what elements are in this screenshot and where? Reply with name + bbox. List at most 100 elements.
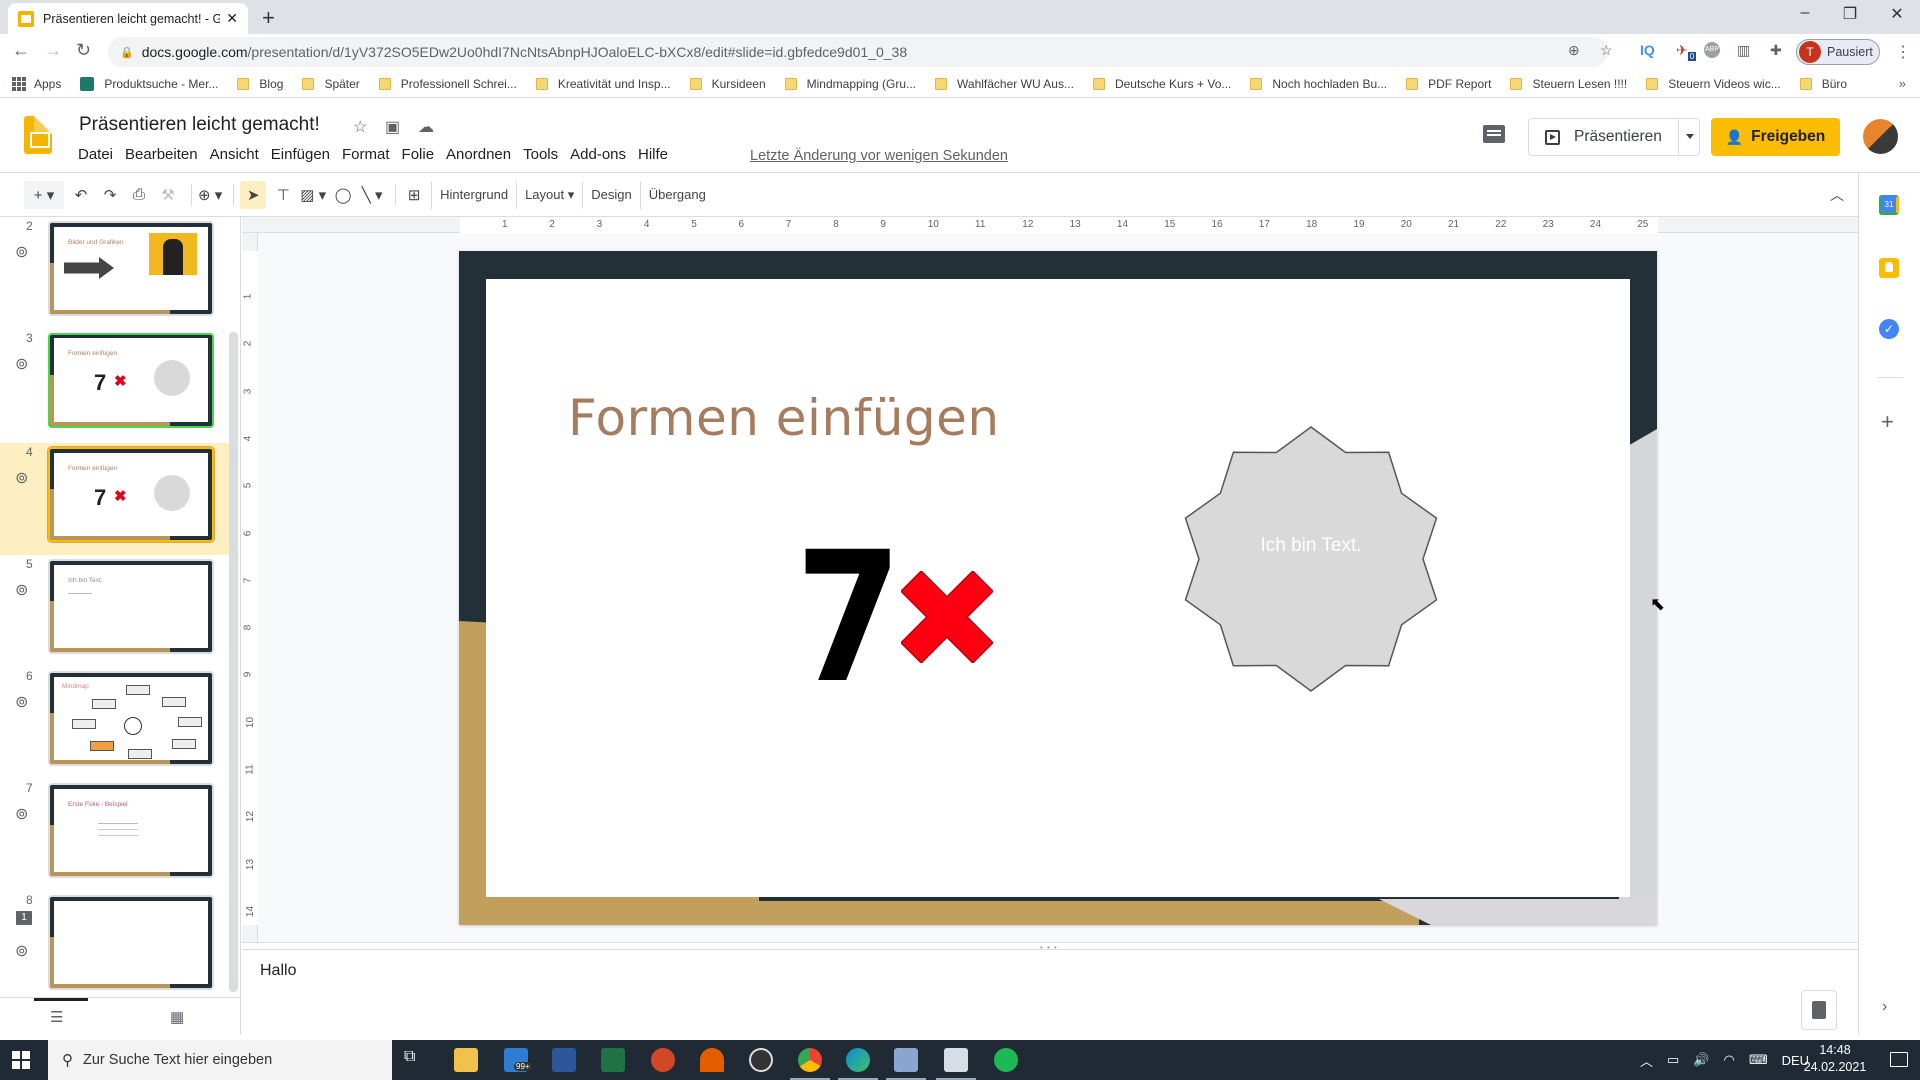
bookmark-folder[interactable]: Steuern Lesen !!!!: [1510, 77, 1627, 91]
app-icon[interactable]: [886, 1048, 926, 1080]
browser-tab-active[interactable]: Präsentieren leicht gemacht! - Go ✕: [8, 3, 248, 34]
speaker-notes[interactable]: Hallo: [242, 950, 1858, 1035]
add-addon-icon[interactable]: +: [1881, 409, 1894, 435]
excel-icon[interactable]: [601, 1048, 625, 1072]
slides-logo-icon[interactable]: [24, 116, 52, 154]
menu-tools[interactable]: Tools: [523, 146, 558, 163]
minimize-window-icon[interactable]: –: [1790, 4, 1820, 22]
powerpoint-icon[interactable]: [651, 1048, 675, 1072]
slide-thumbnail-3[interactable]: 3 ⊚ Formen einfügen 7 ✖: [0, 329, 230, 441]
bookmark-folder[interactable]: Mindmapping (Gru...: [784, 77, 916, 91]
app-icon[interactable]: [700, 1048, 724, 1072]
menu-format[interactable]: Format: [342, 146, 390, 163]
meet-now-icon[interactable]: ▭: [1667, 1052, 1679, 1068]
bookmark-folder[interactable]: Noch hochladen Bu...: [1250, 77, 1387, 91]
ten-point-star-shape[interactable]: [1176, 424, 1446, 694]
slide-thumbnail-5[interactable]: 5 ⊚ Ich bin Text.: [0, 555, 230, 667]
obs-icon[interactable]: [749, 1048, 773, 1072]
slide-thumbnail-7[interactable]: 7 ⊚ Erste Folie - Beispiel: [0, 779, 230, 891]
slide-title[interactable]: Formen einfügen: [568, 389, 1000, 447]
bookmark-folder[interactable]: Blog: [237, 77, 283, 91]
notification-center-icon[interactable]: [1890, 1052, 1908, 1067]
new-tab-button[interactable]: +: [262, 5, 275, 31]
shape-icon[interactable]: ◯: [331, 181, 355, 209]
zoom-indicator-icon[interactable]: ⊕: [1568, 42, 1580, 59]
calendar-icon[interactable]: 31: [1879, 195, 1899, 215]
bookmark-star-icon[interactable]: ☆: [1600, 42, 1613, 59]
volume-icon[interactable]: 🔊: [1693, 1052, 1709, 1068]
menu-addons[interactable]: Add-ons: [570, 146, 626, 163]
close-window-icon[interactable]: ✕: [1882, 4, 1912, 24]
slide-thumbnail-4[interactable]: 4 ⊚ Formen einfügen 7 ✖: [0, 443, 230, 555]
iq-extension-icon[interactable]: IQ: [1640, 42, 1655, 58]
star-icon[interactable]: ☆: [353, 117, 367, 137]
filmstrip-view-icon[interactable]: ☰: [50, 1008, 63, 1026]
menu-file[interactable]: Datei: [78, 146, 113, 163]
number-seven-text[interactable]: 7: [795, 529, 901, 709]
comment-count-badge[interactable]: 1: [16, 911, 32, 925]
undo-icon[interactable]: ↶: [69, 181, 93, 209]
insert-image-icon[interactable]: ▨ ▾: [300, 181, 326, 209]
layout-button[interactable]: Layout ▾: [516, 180, 582, 209]
bookmark-item[interactable]: Produktsuche - Mer...: [80, 76, 218, 91]
keep-icon[interactable]: [1879, 258, 1899, 278]
show-hidden-icons[interactable]: ︿: [1640, 1051, 1653, 1070]
windows-start-icon[interactable]: [12, 1051, 30, 1069]
chrome-menu-icon[interactable]: ⋮: [1895, 42, 1911, 62]
line-icon[interactable]: ╲ ▾: [360, 181, 384, 209]
zoom-icon[interactable]: ⊕ ▾: [198, 181, 222, 209]
bookmark-folder[interactable]: Deutsche Kurs + Vo...: [1092, 77, 1231, 91]
back-arrow-icon[interactable]: ←: [12, 40, 30, 61]
stats-extension-icon[interactable]: ▥: [1737, 42, 1750, 59]
comment-history-icon[interactable]: [1483, 125, 1505, 143]
bookmark-folder[interactable]: Wahlfächer WU Aus...: [935, 77, 1074, 91]
profile-button[interactable]: T Pausiert: [1796, 39, 1880, 65]
clock[interactable]: 14:48 24.02.2021: [1800, 1042, 1870, 1076]
bookmark-folder[interactable]: Büro: [1799, 77, 1847, 91]
bookmark-folder[interactable]: Später: [302, 77, 360, 91]
reload-icon[interactable]: ↻: [76, 40, 91, 61]
address-bar[interactable]: 🔒 docs.google.com/presentation/d/1yV372S…: [108, 37, 1608, 67]
forward-arrow-icon[interactable]: →: [44, 40, 62, 61]
slide-thumbnail-6[interactable]: 6 ⊚ Mindmap: [0, 667, 230, 779]
last-edit-link[interactable]: Letzte Änderung vor wenigen Sekunden: [750, 148, 1008, 164]
bookmark-folder[interactable]: Kreativität und Insp...: [535, 77, 671, 91]
star-shape-text[interactable]: Ich bin Text.: [1176, 535, 1446, 557]
redo-icon[interactable]: ↷: [98, 181, 122, 209]
vertical-ruler[interactable]: 1 2 3 4 5 6 7 8 9 10 11 12 13 14: [242, 233, 258, 942]
document-title[interactable]: Präsentieren leicht gemacht!: [79, 114, 320, 136]
bookmark-folder[interactable]: Kursideen: [689, 77, 766, 91]
menu-arrange[interactable]: Anordnen: [446, 146, 511, 163]
tasks-icon[interactable]: ✓: [1879, 319, 1899, 339]
background-button[interactable]: Hintergrund: [431, 180, 516, 209]
present-button[interactable]: Präsentieren: [1528, 118, 1700, 156]
show-side-panel-icon[interactable]: ›: [1882, 998, 1887, 1016]
slide-thumbnail-2[interactable]: 2 ⊚ Bilder und Grafiken: [0, 217, 230, 329]
transition-button[interactable]: Übergang: [639, 180, 714, 209]
add-comment-icon[interactable]: ⊞: [402, 181, 426, 209]
chrome-icon[interactable]: [790, 1048, 830, 1080]
bookmarks-overflow-button[interactable]: »: [1899, 76, 1906, 91]
bookmark-folder[interactable]: PDF Report: [1406, 77, 1491, 91]
menu-insert[interactable]: Einfügen: [271, 146, 330, 163]
keyboard-icon[interactable]: ⌨: [1749, 1052, 1768, 1068]
spotify-icon[interactable]: [994, 1048, 1018, 1072]
explore-button[interactable]: [1801, 990, 1837, 1030]
word-icon[interactable]: [552, 1048, 576, 1072]
bookmark-apps[interactable]: Apps: [12, 76, 61, 91]
menu-edit[interactable]: Bearbeiten: [125, 146, 198, 163]
move-to-folder-icon[interactable]: ▣: [385, 117, 400, 137]
collapse-menus-icon[interactable]: ︿: [1830, 185, 1844, 205]
text-box-icon[interactable]: ⊤: [271, 181, 295, 209]
speaker-notes-text[interactable]: Hallo: [260, 962, 296, 980]
present-options-dropdown[interactable]: [1686, 134, 1694, 139]
select-cursor-icon[interactable]: ➤: [240, 180, 267, 209]
close-tab-icon[interactable]: ✕: [226, 10, 238, 27]
new-slide-button[interactable]: + ▾: [24, 180, 64, 209]
bird-extension-icon[interactable]: ✈ 0: [1676, 42, 1697, 61]
account-avatar[interactable]: [1863, 119, 1898, 154]
file-explorer-icon[interactable]: [454, 1048, 478, 1072]
task-view-icon[interactable]: ⧉: [404, 1048, 428, 1072]
horizontal-ruler[interactable]: 1 2 3 4 5 6 7 8 9 10 11 12 13 14 15 16 17 18 19 20 21 22 23 24 2…: [242, 217, 1858, 233]
taskbar-search[interactable]: ⚲ Zur Suche Text hier eingeben: [48, 1040, 392, 1080]
